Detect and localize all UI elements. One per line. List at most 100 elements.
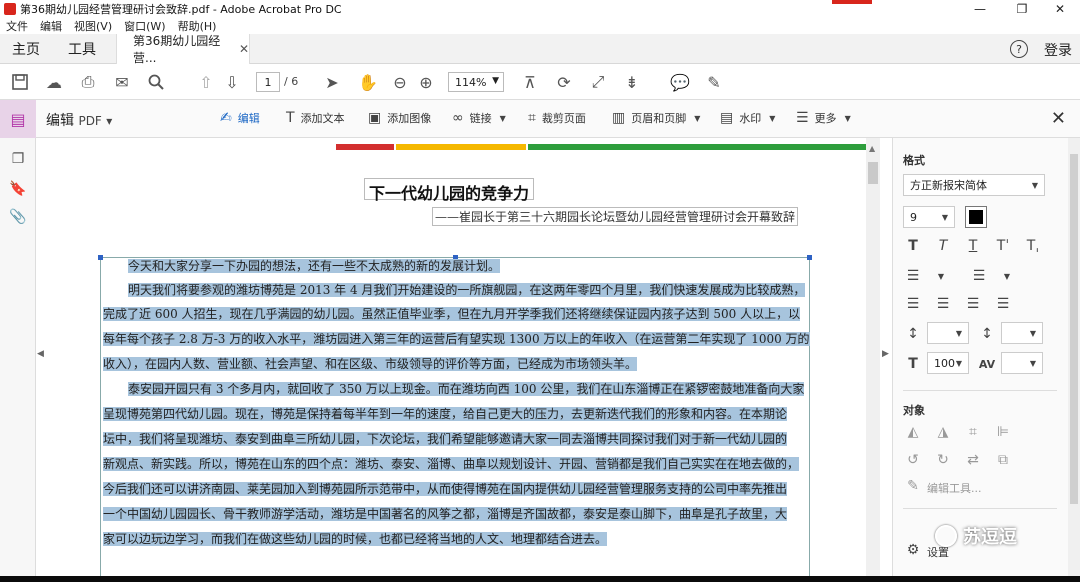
- sign-icon[interactable]: ✎: [704, 72, 724, 92]
- minimize-button[interactable]: —: [960, 0, 1000, 18]
- align-left-icon[interactable]: ☰: [903, 294, 923, 314]
- numbered-list-icon[interactable]: ☰: [969, 266, 989, 286]
- flip-vertical-icon[interactable]: ◭: [903, 422, 923, 442]
- close-icon[interactable]: ✕: [1051, 108, 1066, 129]
- edit-pdf-mode[interactable]: 编辑 PDF ▾: [46, 110, 112, 130]
- paragraph-line[interactable]: 明天我们将要参观的潍坊博苑是 2013 年 4 月我们开始建设的一所旗舰园，在这…: [128, 282, 806, 298]
- crop-page-button[interactable]: ⌗ 裁剪页面: [528, 110, 586, 126]
- tab-tools[interactable]: 工具: [68, 39, 96, 59]
- scroll-mode-icon[interactable]: ⇟: [622, 72, 642, 92]
- bookmark-icon[interactable]: 🔖: [9, 180, 26, 198]
- header-footer-button[interactable]: ▥ 页眉和页脚 ▼: [612, 110, 700, 126]
- fit-page-icon[interactable]: ⊼: [520, 72, 540, 92]
- justify-icon[interactable]: ☰: [993, 294, 1013, 314]
- zoom-select[interactable]: 114% ▼: [448, 72, 504, 92]
- menu-view[interactable]: 视图(V): [74, 18, 112, 34]
- document-scrollbar[interactable]: ▲: [866, 138, 880, 582]
- italic-text-icon[interactable]: T: [933, 236, 953, 256]
- edit-button[interactable]: ✍ 编辑: [220, 110, 260, 126]
- replace-image-icon[interactable]: ⇄: [963, 450, 983, 470]
- subscript-icon[interactable]: Tˌ: [1023, 236, 1043, 256]
- paragraph-line[interactable]: 呈现博苑第四代幼儿园。现在，博苑是保持着每半年到一年的速度，给自己更大的压力，去…: [103, 406, 788, 422]
- zoom-in-icon[interactable]: ⊕: [416, 72, 436, 92]
- align-right-icon[interactable]: ☰: [963, 294, 983, 314]
- collapse-left-icon[interactable]: ◀: [37, 349, 44, 359]
- paragraph-line[interactable]: 坛中，我们将呈现潍坊、泰安到曲阜三所幼儿园，下次论坛，我们希望能够邀请大家一同去…: [103, 431, 788, 447]
- paragraph-line[interactable]: 今后我们还可以讲济南园、莱芜园加入到博苑园所示范带中，从而使得博苑在国内提供幼儿…: [103, 481, 788, 497]
- pages-thumbnail-icon[interactable]: ❐: [10, 150, 26, 168]
- chevron-down-icon[interactable]: ▼: [997, 266, 1017, 286]
- menu-file[interactable]: 文件: [6, 18, 28, 34]
- rotate-right-icon[interactable]: ↻: [933, 450, 953, 470]
- text-color-swatch[interactable]: [965, 206, 987, 228]
- search-icon[interactable]: [146, 72, 166, 92]
- font-size-select[interactable]: 9 ▼: [903, 206, 955, 228]
- panel-scrollbar[interactable]: [1068, 138, 1080, 582]
- save-icon[interactable]: [10, 72, 30, 92]
- comment-icon[interactable]: 💬: [670, 72, 690, 92]
- document-subtitle[interactable]: ——崔园长于第三十六期园长论坛暨幼儿园经营管理研讨会开幕致辞: [432, 207, 799, 226]
- selected-text: 收入），在园内人数、营业额、社会声望、和在区级、市级领导的评价等方面，已经成为市…: [103, 357, 638, 371]
- help-icon[interactable]: ?: [1010, 40, 1028, 58]
- resize-handle[interactable]: [807, 255, 812, 260]
- paragraph-line[interactable]: 泰安园开园只有 3 个多月内，就回收了 350 万以上现金。而在潍坊向西 100…: [128, 381, 805, 397]
- superscript-icon[interactable]: Tˈ: [993, 236, 1013, 256]
- crop-image-icon[interactable]: ⌗: [963, 422, 983, 442]
- line-spacing-select[interactable]: ▼: [927, 322, 969, 344]
- gear-icon[interactable]: ⚙: [903, 540, 923, 560]
- resize-handle[interactable]: [98, 255, 103, 260]
- watermark-button[interactable]: ▤ 水印 ▼: [720, 110, 775, 126]
- horizontal-scale-select[interactable]: 100 ▼: [927, 352, 969, 374]
- bold-text-icon[interactable]: T: [903, 236, 923, 256]
- email-icon[interactable]: ✉: [112, 72, 132, 92]
- tab-document[interactable]: 第36期幼儿园经营... ✕: [116, 34, 250, 65]
- edit-pdf-icon[interactable]: ▤: [0, 100, 36, 138]
- underline-text-icon[interactable]: T: [963, 236, 983, 256]
- fullscreen-icon[interactable]: ⤢: [588, 72, 608, 92]
- scroll-up-icon[interactable]: ▲: [869, 144, 875, 153]
- login-button[interactable]: 登录: [1044, 40, 1072, 60]
- edit-tools-button[interactable]: 编辑工具...: [927, 480, 982, 496]
- close-tab-icon[interactable]: ✕: [239, 42, 249, 56]
- paragraph-line[interactable]: 完成了近 600 人招生，现在几乎满园的幼儿园。虽然正值毕业季，但在九月开学季我…: [103, 306, 801, 322]
- select-cursor-icon[interactable]: ➤: [322, 72, 342, 92]
- arrange-icon[interactable]: ⧉: [993, 450, 1013, 470]
- rotate-left-icon[interactable]: ↺: [903, 450, 923, 470]
- paragraph-line[interactable]: 收入），在园内人数、营业额、社会声望、和在区级、市级领导的评价等方面，已经成为市…: [103, 356, 638, 372]
- add-text-button[interactable]: T 添加文本: [286, 110, 345, 126]
- rotate-icon[interactable]: ⟳: [554, 72, 574, 92]
- paragraph-line[interactable]: 一个中国幼儿园园长、骨干教师游学活动，潍坊是中国著名的风筝之都，淄博是齐国故都，…: [103, 506, 788, 522]
- paragraph-line[interactable]: 今天和大家分享一下办园的想法，还有一些不太成熟的新的发展计划。: [128, 258, 501, 274]
- flip-horizontal-icon[interactable]: ◮: [933, 422, 953, 442]
- align-objects-icon[interactable]: ⊫: [993, 422, 1013, 442]
- link-button[interactable]: ∞ 链接 ▼: [452, 110, 506, 126]
- add-image-button[interactable]: ▣ 添加图像: [368, 110, 431, 126]
- paragraph-line[interactable]: 新观点、新实践。所以，博苑在山东的四个点：潍坊、泰安、淄博、曲阜以规划设计、开园…: [103, 456, 800, 472]
- hand-tool-icon[interactable]: ✋: [358, 72, 378, 92]
- previous-page-icon[interactable]: ⇧: [196, 72, 216, 92]
- upload-icon[interactable]: ☁: [44, 72, 64, 92]
- document-view[interactable]: 下一代幼儿园的竞争力 ——崔园长于第三十六期园长论坛暨幼儿园经营管理研讨会开幕致…: [46, 138, 866, 582]
- character-spacing-select[interactable]: ▼: [1001, 352, 1043, 374]
- page-number-input[interactable]: 1: [256, 72, 280, 92]
- print-icon[interactable]: ⎙: [78, 72, 98, 92]
- more-button[interactable]: ☰ 更多 ▼: [796, 110, 851, 126]
- attachment-icon[interactable]: 📎: [9, 208, 26, 226]
- zoom-out-icon[interactable]: ⊖: [390, 72, 410, 92]
- menu-edit[interactable]: 编辑: [40, 18, 62, 34]
- paragraph-line[interactable]: 每年每个孩子 2.8 万-3 万的收入水平，潍坊园进入第三年的运营后有望实现 1…: [103, 331, 810, 347]
- maximize-button[interactable]: ❐: [1002, 0, 1042, 18]
- bulleted-list-icon[interactable]: ☰: [903, 266, 923, 286]
- paragraph-spacing-select[interactable]: ▼: [1001, 322, 1043, 344]
- chevron-down-icon[interactable]: ▼: [931, 266, 951, 286]
- close-window-button[interactable]: ✕: [1040, 0, 1080, 18]
- panel-scroll-thumb[interactable]: [1070, 154, 1078, 504]
- collapse-right-icon[interactable]: ▶: [882, 349, 889, 359]
- document-title[interactable]: 下一代幼儿园的竞争力: [364, 178, 535, 203]
- paragraph-line[interactable]: 家可以边玩边学习，而我们在做这些幼儿园的时候，也都已经将当地的人文、地理都结合进…: [103, 531, 608, 547]
- font-family-select[interactable]: 方正新报宋简体 ▼: [903, 174, 1045, 196]
- align-center-icon[interactable]: ☰: [933, 294, 953, 314]
- tab-home[interactable]: 主页: [12, 39, 40, 59]
- scroll-thumb[interactable]: [868, 162, 878, 184]
- next-page-icon[interactable]: ⇩: [222, 72, 242, 92]
